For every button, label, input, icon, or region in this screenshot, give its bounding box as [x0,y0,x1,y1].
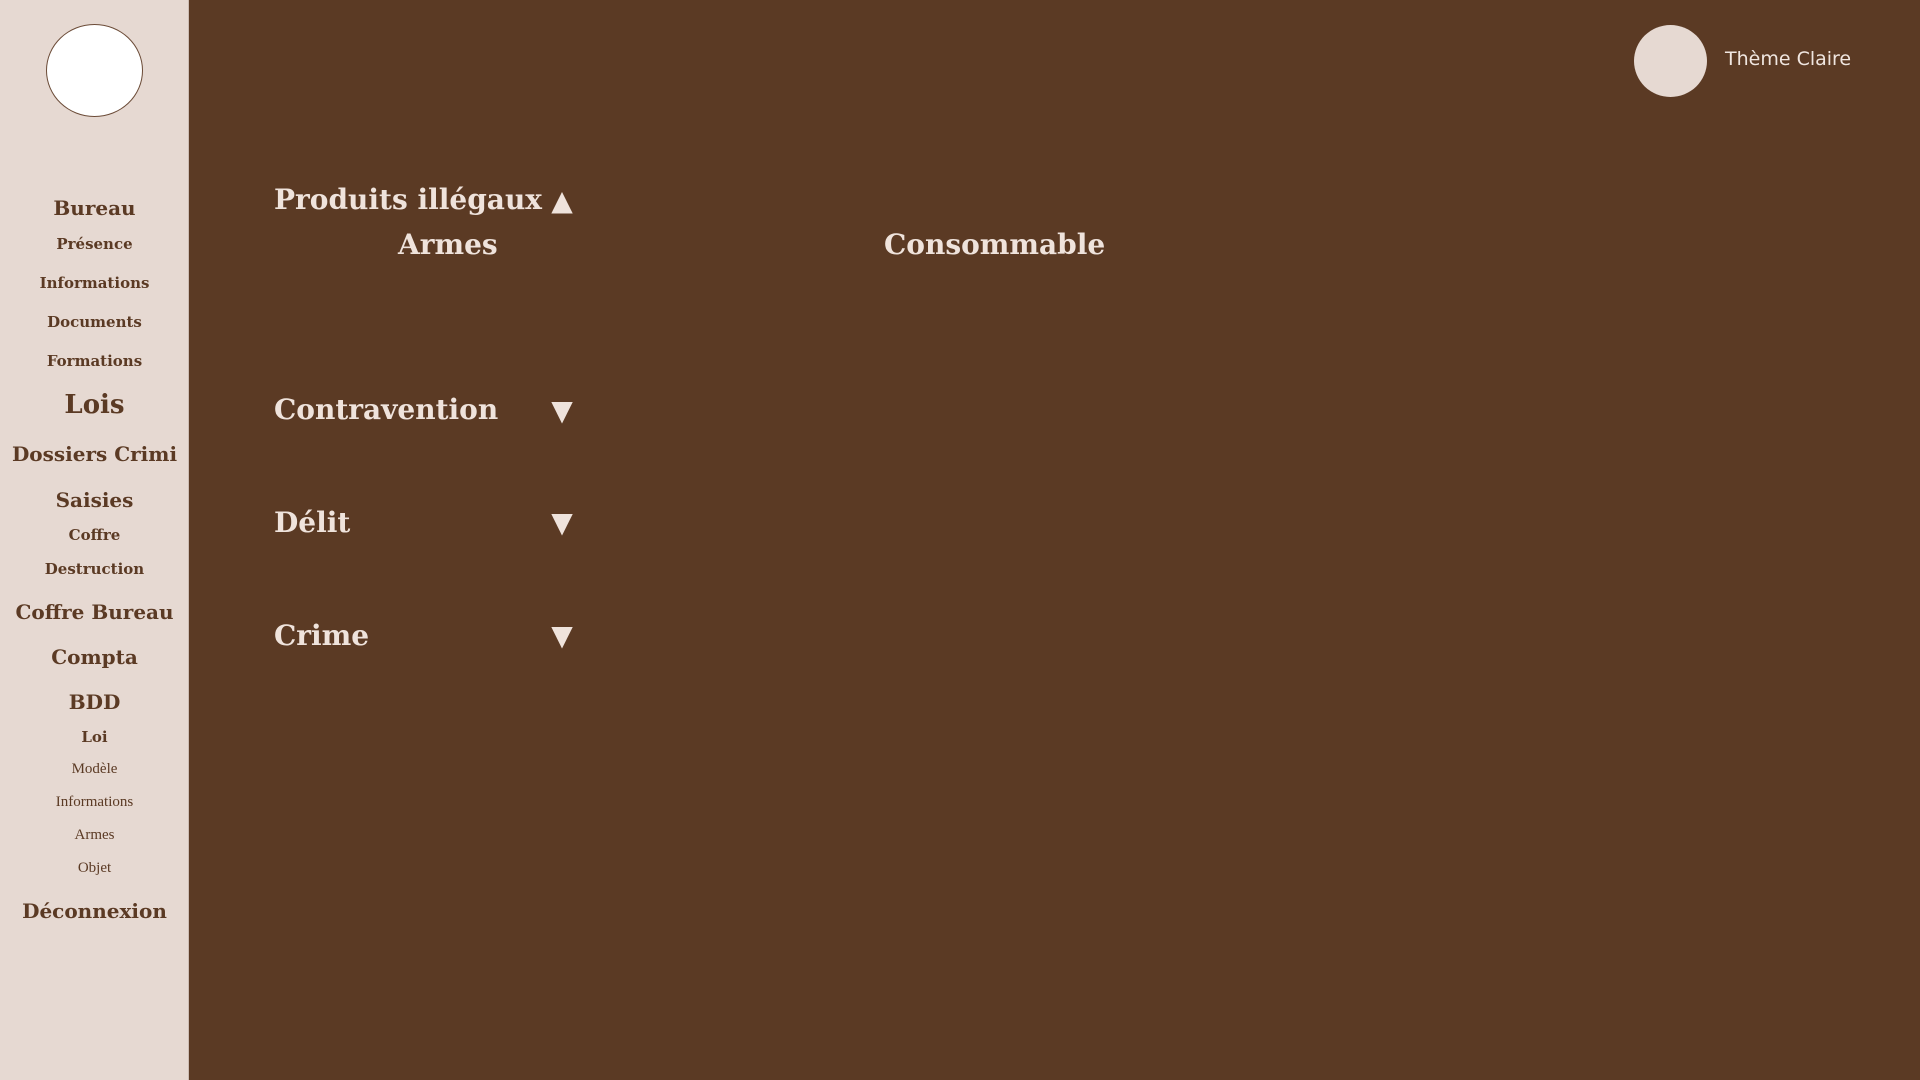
nav-deconnexion[interactable]: Déconnexion [0,899,189,923]
nav-compta[interactable]: Compta [0,645,189,669]
sidebar: Bureau Présence Informations Documents F… [0,0,189,1080]
nav-presence[interactable]: Présence [0,235,189,253]
nav-saisies[interactable]: Saisies [0,488,189,512]
section-title-produits-illegaux[interactable]: Produits illégaux [274,183,542,216]
theme-toggle-button[interactable] [1634,25,1707,97]
nav-formations[interactable]: Formations [0,352,189,370]
triangle-down-icon[interactable]: ▼ [548,397,576,425]
subcategory-armes[interactable]: Armes [398,228,498,261]
nav-objet[interactable]: Objet [0,860,189,877]
nav-dossiers-crimi[interactable]: Dossiers Crimi [0,442,189,466]
theme-label: Thème Claire [1725,48,1852,70]
section-title-contravention[interactable]: Contravention [274,393,498,426]
nav-coffre-bureau[interactable]: Coffre Bureau [0,600,189,624]
nav-destruction[interactable]: Destruction [0,560,189,578]
nav-armes[interactable]: Armes [0,827,189,844]
avatar [46,24,143,117]
nav-bdd[interactable]: BDD [0,690,189,714]
nav-coffre[interactable]: Coffre [0,526,189,544]
nav-informations[interactable]: Informations [0,274,189,292]
section-title-delit[interactable]: Délit [274,506,350,539]
nav-documents[interactable]: Documents [0,313,189,331]
triangle-down-icon[interactable]: ▼ [548,622,576,650]
nav-bureau[interactable]: Bureau [0,196,189,220]
nav-lois[interactable]: Lois [0,390,189,420]
triangle-up-icon[interactable]: ▲ [548,187,576,215]
nav-modele[interactable]: Modèle [0,761,189,778]
triangle-down-icon[interactable]: ▼ [548,509,576,537]
subcategory-consommable[interactable]: Consommable [884,228,1105,261]
nav-loi[interactable]: Loi [0,728,189,746]
section-title-crime[interactable]: Crime [274,619,369,652]
nav-bdd-informations[interactable]: Informations [0,794,189,811]
